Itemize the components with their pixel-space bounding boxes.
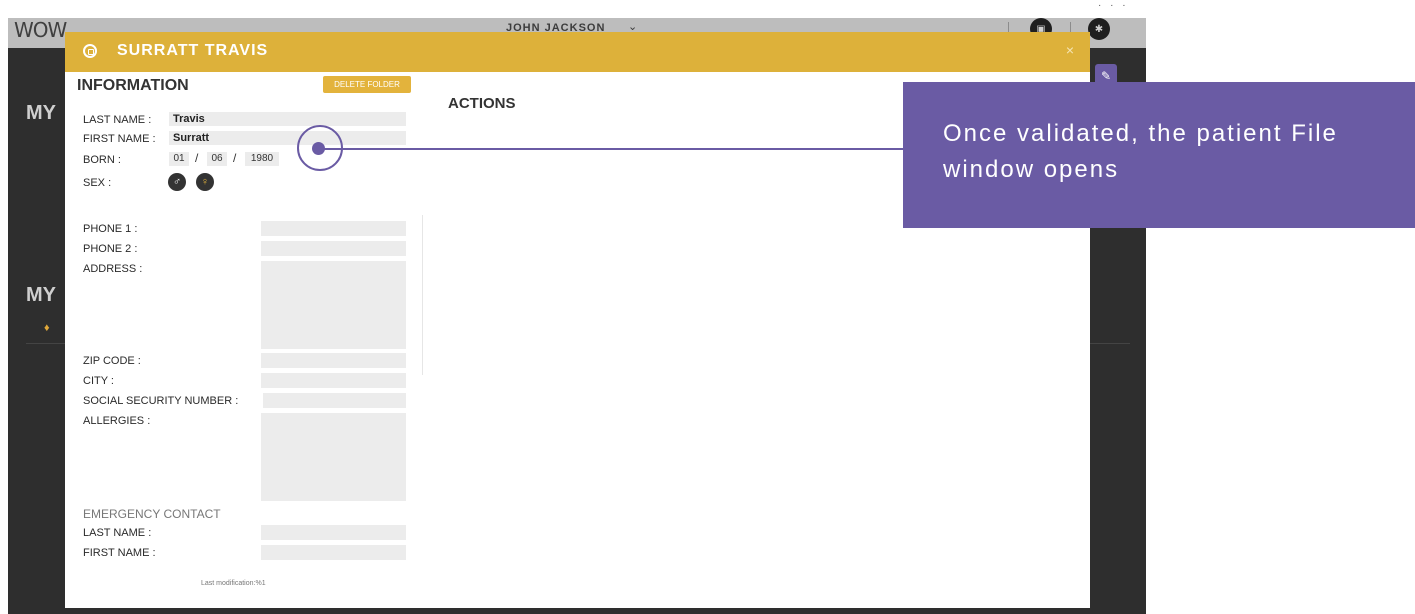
born-label: BORN : [83, 154, 121, 166]
background-heading: MY [26, 102, 56, 124]
delete-folder-button[interactable]: DELETE FOLDER [323, 76, 411, 93]
person-icon: ♦ [44, 322, 50, 334]
emergency-first-name-field[interactable] [261, 545, 406, 560]
folder-icon [83, 44, 97, 58]
phone1-field[interactable] [261, 221, 406, 236]
callout-text: Once validated, the patient File window … [943, 120, 1338, 183]
male-icon[interactable]: ♂ [168, 173, 186, 191]
zip-code-label: ZIP CODE : [83, 355, 141, 367]
callout-box: Once validated, the patient File window … [903, 82, 1415, 228]
callout-connector [317, 148, 903, 150]
emergency-contact-title: EMERGENCY CONTACT [83, 507, 221, 521]
corner-dots: · · · [1098, 0, 1129, 11]
address-field[interactable] [261, 261, 406, 349]
ssn-field[interactable] [263, 393, 406, 408]
column-divider [422, 215, 423, 375]
information-title: INFORMATION [77, 77, 189, 94]
allergies-label: ALLERGIES : [83, 415, 151, 427]
last-name-value: Travis [173, 113, 205, 125]
emergency-last-name-label: LAST NAME : [83, 527, 152, 539]
allergies-field[interactable] [261, 413, 406, 501]
ssn-label: SOCIAL SECURITY NUMBER : [83, 395, 239, 407]
actions-title: ACTIONS [448, 95, 516, 112]
emergency-first-name-label: FIRST NAME : [83, 547, 156, 559]
gear-icon[interactable]: ✱ [1088, 18, 1110, 40]
date-separator: / [233, 151, 237, 165]
city-field[interactable] [261, 373, 406, 388]
close-icon[interactable]: × [1066, 42, 1074, 58]
phone2-label: PHONE 2 : [83, 243, 138, 255]
phone2-field[interactable] [261, 241, 406, 256]
last-modification: Last modification:%1 [201, 580, 266, 587]
zip-code-field[interactable] [261, 353, 406, 368]
modal-title: SURRATT TRAVIS [117, 42, 269, 59]
date-separator: / [195, 151, 199, 165]
phone1-label: PHONE 1 : [83, 223, 138, 235]
first-name-label: FIRST NAME : [83, 133, 156, 145]
born-day-field[interactable]: 01 [169, 152, 189, 166]
modal-header: SURRATT TRAVIS × [65, 32, 1090, 72]
female-icon[interactable]: ♀ [196, 173, 214, 191]
background-heading: MY [26, 284, 56, 306]
last-name-label: LAST NAME : [83, 114, 152, 126]
sex-label: SEX : [83, 177, 112, 189]
born-month-field[interactable]: 06 [207, 152, 227, 166]
callout-dot [312, 142, 325, 155]
address-label: ADDRESS : [83, 263, 143, 275]
first-name-value: Surratt [173, 132, 210, 144]
emergency-last-name-field[interactable] [261, 525, 406, 540]
app-logo[interactable]: WOW [14, 18, 67, 42]
born-year-field[interactable]: 1980 [245, 152, 279, 166]
city-label: CITY : [83, 375, 114, 387]
